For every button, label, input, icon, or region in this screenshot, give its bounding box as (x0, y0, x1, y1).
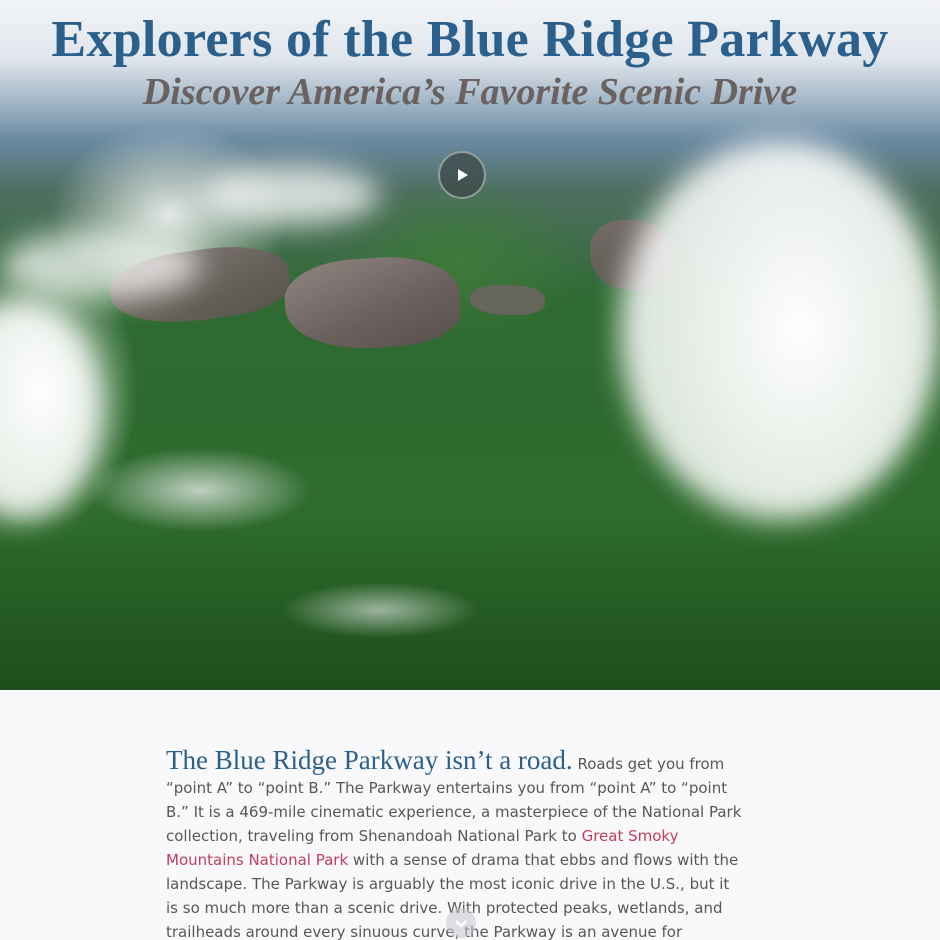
play-icon (458, 169, 468, 181)
cloud (0, 230, 200, 300)
page-title: Explorers of the Blue Ridge Parkway (51, 11, 889, 68)
scroll-down-button[interactable] (446, 908, 476, 938)
rock-face (470, 285, 545, 315)
hero-video-banner: Explorers of the Blue Ridge Parkway Disc… (0, 0, 940, 690)
cloud (620, 140, 940, 520)
intro-lead: The Blue Ridge Parkway isn’t a road. (166, 745, 573, 775)
page-subtitle: Discover America’s Favorite Scenic Drive (142, 71, 798, 113)
play-button[interactable] (438, 151, 486, 199)
cloud (200, 165, 380, 225)
rock-face (282, 252, 463, 354)
cloud (0, 300, 100, 520)
chevron-down-icon (455, 920, 467, 928)
